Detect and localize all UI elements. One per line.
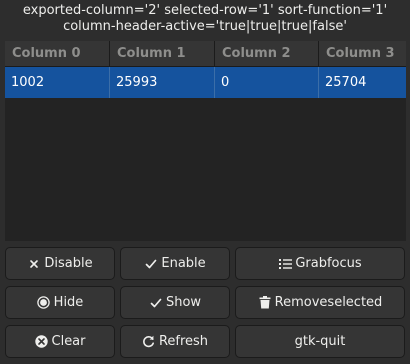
- table-cell[interactable]: 0: [215, 67, 319, 98]
- status-line-2: column-header-active='true|true|true|fal…: [63, 19, 347, 34]
- column-header-row: Column 0 Column 1 Column 2 Column 3: [5, 41, 406, 67]
- radio-icon: [37, 296, 51, 310]
- removeselected-button[interactable]: Removeselected: [235, 286, 405, 319]
- table-cell[interactable]: 1002: [5, 67, 110, 98]
- list-icon: [278, 257, 292, 271]
- tree-view[interactable]: Column 0 Column 1 Column 2 Column 3 1002…: [5, 41, 406, 241]
- refresh-button[interactable]: Refresh: [120, 325, 230, 358]
- clear-circle-icon: [35, 335, 49, 349]
- column-header-0[interactable]: Column 0: [5, 41, 110, 67]
- column-header-1[interactable]: Column 1: [110, 41, 215, 67]
- refresh-icon: [142, 335, 156, 349]
- clear-label: Clear: [51, 334, 86, 349]
- table-cell[interactable]: 25993: [110, 67, 215, 98]
- check-icon: [149, 296, 163, 310]
- status-line-1: exported-column='2' selected-row='1' sor…: [22, 3, 388, 18]
- show-button[interactable]: Show: [120, 286, 230, 319]
- table-row[interactable]: 1002 25993 0 25704: [5, 67, 406, 98]
- hide-button[interactable]: Hide: [5, 286, 115, 319]
- enable-label: Enable: [161, 256, 206, 271]
- grabfocus-label: Grabfocus: [295, 256, 362, 271]
- table-cell[interactable]: 25704: [319, 67, 406, 98]
- trash-icon: [258, 296, 272, 310]
- x-icon: [27, 257, 41, 271]
- check-icon: [144, 257, 158, 271]
- column-header-3[interactable]: Column 3: [319, 41, 406, 67]
- show-label: Show: [165, 295, 202, 310]
- status-text: exported-column='2' selected-row='1' sor…: [0, 3, 410, 35]
- gtk-quit-button[interactable]: gtk-quit: [235, 325, 405, 358]
- hide-label: Hide: [53, 295, 84, 310]
- grabfocus-button[interactable]: Grabfocus: [235, 247, 405, 280]
- removeselected-label: Removeselected: [274, 295, 383, 310]
- column-header-2[interactable]: Column 2: [215, 41, 319, 67]
- enable-button[interactable]: Enable: [120, 247, 230, 280]
- disable-label: Disable: [44, 256, 93, 271]
- gtk-quit-label: gtk-quit: [294, 334, 346, 349]
- refresh-label: Refresh: [158, 334, 209, 349]
- disable-button[interactable]: Disable: [5, 247, 115, 280]
- clear-button[interactable]: Clear: [5, 325, 115, 358]
